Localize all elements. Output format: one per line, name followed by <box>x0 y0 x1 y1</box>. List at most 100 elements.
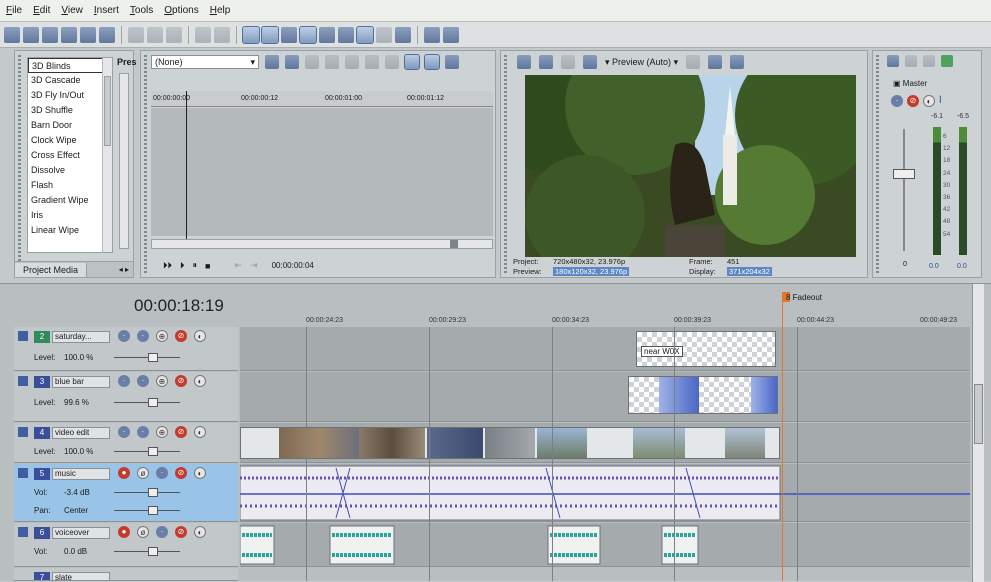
split-screen-icon[interactable] <box>365 55 379 69</box>
preview-quality-dropdown[interactable]: ▾ Preview (Auto) ▾ <box>605 57 678 68</box>
menu-edit[interactable]: Edit <box>33 5 50 16</box>
solo-icon[interactable]: ◐ <box>194 526 206 538</box>
normal-edit-tool-icon[interactable] <box>242 25 260 44</box>
track-motion-icon[interactable]: · <box>137 426 149 438</box>
render-icon[interactable] <box>80 26 96 43</box>
invert-phase-icon[interactable]: ø <box>137 526 149 538</box>
list-item[interactable]: Linear Wipe <box>28 223 112 238</box>
undo-icon[interactable] <box>195 26 211 43</box>
track-fx-icon[interactable]: · <box>118 426 130 438</box>
panel-grip[interactable] <box>144 55 147 273</box>
zoom-tool-icon[interactable] <box>395 26 411 43</box>
level-slider[interactable] <box>114 398 180 407</box>
redo-icon[interactable] <box>214 26 230 43</box>
list-item[interactable]: Cross Effect <box>28 148 112 163</box>
auto-crossfade-icon[interactable] <box>319 26 335 43</box>
copy-snapshot-icon[interactable] <box>708 55 723 69</box>
mute-icon[interactable]: ⊘ <box>175 467 187 479</box>
save-as-icon[interactable] <box>61 26 77 43</box>
track-fx-icon[interactable]: · <box>156 467 168 479</box>
set-in-icon[interactable]: ⇤ <box>234 260 242 271</box>
play-icon[interactable]: ⏵ <box>180 260 185 271</box>
tab-project-media[interactable]: Project Media <box>15 262 88 277</box>
track-name[interactable]: video edit <box>52 427 110 439</box>
track-lane[interactable] <box>240 423 970 463</box>
invert-phase-icon[interactable]: ø <box>137 467 149 479</box>
right-scrollbar[interactable] <box>972 284 984 582</box>
menu-view[interactable]: View <box>61 5 83 16</box>
track-header[interactable]: 5 music ● ø · ⊘ ◐ Vol: -3.4 dB Pan: Cent… <box>14 464 238 522</box>
bus-fx-icon[interactable]: · <box>891 95 903 107</box>
list-item[interactable]: Dissolve <box>28 163 112 178</box>
voiceover-waveform[interactable] <box>240 523 970 567</box>
preset-dropdown[interactable]: (None) ▾ <box>151 55 259 69</box>
remove-icon[interactable] <box>305 55 319 69</box>
plugin-chooser-icon[interactable] <box>265 55 279 69</box>
solo-icon[interactable]: ◐ <box>923 95 935 107</box>
solo-icon[interactable]: ◐ <box>194 330 206 342</box>
mixer-properties-icon[interactable] <box>887 55 899 67</box>
list-item[interactable]: 3D Cascade <box>28 73 112 88</box>
ignore-grouping-icon[interactable] <box>376 26 392 43</box>
volume-slider[interactable] <box>114 547 180 556</box>
master-fader[interactable] <box>893 169 915 179</box>
view-mode-3-icon[interactable] <box>445 55 459 69</box>
list-scrollbar[interactable] <box>102 58 112 252</box>
mute-icon[interactable]: ⊘ <box>907 95 919 107</box>
track-menu-icon[interactable] <box>18 427 28 437</box>
cut-icon[interactable] <box>128 26 144 43</box>
menu-options[interactable]: Options <box>164 5 198 16</box>
preview-properties-icon[interactable] <box>517 55 531 69</box>
track-header[interactable]: 6 voiceover ● ø · ⊘ ◐ Vol: 0.0 dB <box>14 523 238 567</box>
envelope-tool-icon[interactable] <box>261 25 279 44</box>
pause-icon[interactable]: ⏸ <box>193 260 198 271</box>
arm-record-icon[interactable]: ● <box>118 526 130 538</box>
mute-icon[interactable]: ⊘ <box>175 330 187 342</box>
snapping-icon[interactable] <box>299 25 317 44</box>
list-item[interactable]: Flash <box>28 178 112 193</box>
track-header[interactable]: 7 slate <box>14 568 238 581</box>
overlays-icon[interactable] <box>686 55 701 69</box>
view-mode-1-icon[interactable] <box>404 54 420 70</box>
list-item[interactable]: Gradient Wipe <box>28 193 112 208</box>
paste-icon[interactable] <box>166 26 182 43</box>
level-slider[interactable] <box>114 447 180 456</box>
track-fx-icon[interactable]: · <box>118 375 130 387</box>
properties-icon[interactable] <box>99 26 115 43</box>
sync-cursor-icon[interactable] <box>345 55 359 69</box>
save-snapshot-icon[interactable] <box>730 55 745 69</box>
list-item[interactable]: Barn Door <box>28 118 112 133</box>
list-item[interactable]: Clock Wipe <box>28 133 112 148</box>
video-event[interactable] <box>628 376 778 414</box>
compositing-icon[interactable]: ⊕ <box>156 375 168 387</box>
mute-icon[interactable]: ⊘ <box>175 426 187 438</box>
arm-record-icon[interactable]: ● <box>118 467 130 479</box>
track-menu-icon[interactable] <box>18 331 28 341</box>
track-header[interactable]: 4 video edit · · ⊕ ⊘ ◐ Level: 100.0 % <box>14 423 238 463</box>
solo-icon[interactable]: ◐ <box>194 467 206 479</box>
set-out-icon[interactable]: ⇥ <box>250 260 258 271</box>
insert-bus-icon[interactable] <box>905 55 917 67</box>
trimmer-cursor[interactable] <box>186 91 187 239</box>
track-menu-icon[interactable] <box>18 376 28 386</box>
list-item[interactable]: Iris <box>28 208 112 223</box>
selection-tool-icon[interactable] <box>281 26 297 43</box>
tab-scroll-arrows-icon[interactable]: ◂ ▸ <box>119 265 129 274</box>
timeline-ruler[interactable] <box>240 284 970 328</box>
effect-properties-icon[interactable] <box>285 55 299 69</box>
menu-insert[interactable]: Insert <box>94 5 119 16</box>
mute-icon[interactable]: ⊘ <box>175 526 187 538</box>
dim-output-icon[interactable] <box>941 55 953 67</box>
new-project-icon[interactable] <box>4 26 20 43</box>
play-from-start-icon[interactable]: ⏵⏵ <box>163 260 172 271</box>
menu-help[interactable]: Help <box>210 5 231 16</box>
track-lane[interactable] <box>240 464 970 522</box>
compositing-icon[interactable]: ⊕ <box>156 330 168 342</box>
solo-icon[interactable]: ◐ <box>194 426 206 438</box>
pan-slider[interactable] <box>114 506 180 515</box>
track-menu-icon[interactable] <box>18 527 28 537</box>
view-mode-2-icon[interactable] <box>424 54 440 70</box>
whats-this-icon[interactable] <box>443 26 459 43</box>
lock-envelopes-icon[interactable] <box>356 25 374 44</box>
panel-grip[interactable] <box>504 55 507 273</box>
